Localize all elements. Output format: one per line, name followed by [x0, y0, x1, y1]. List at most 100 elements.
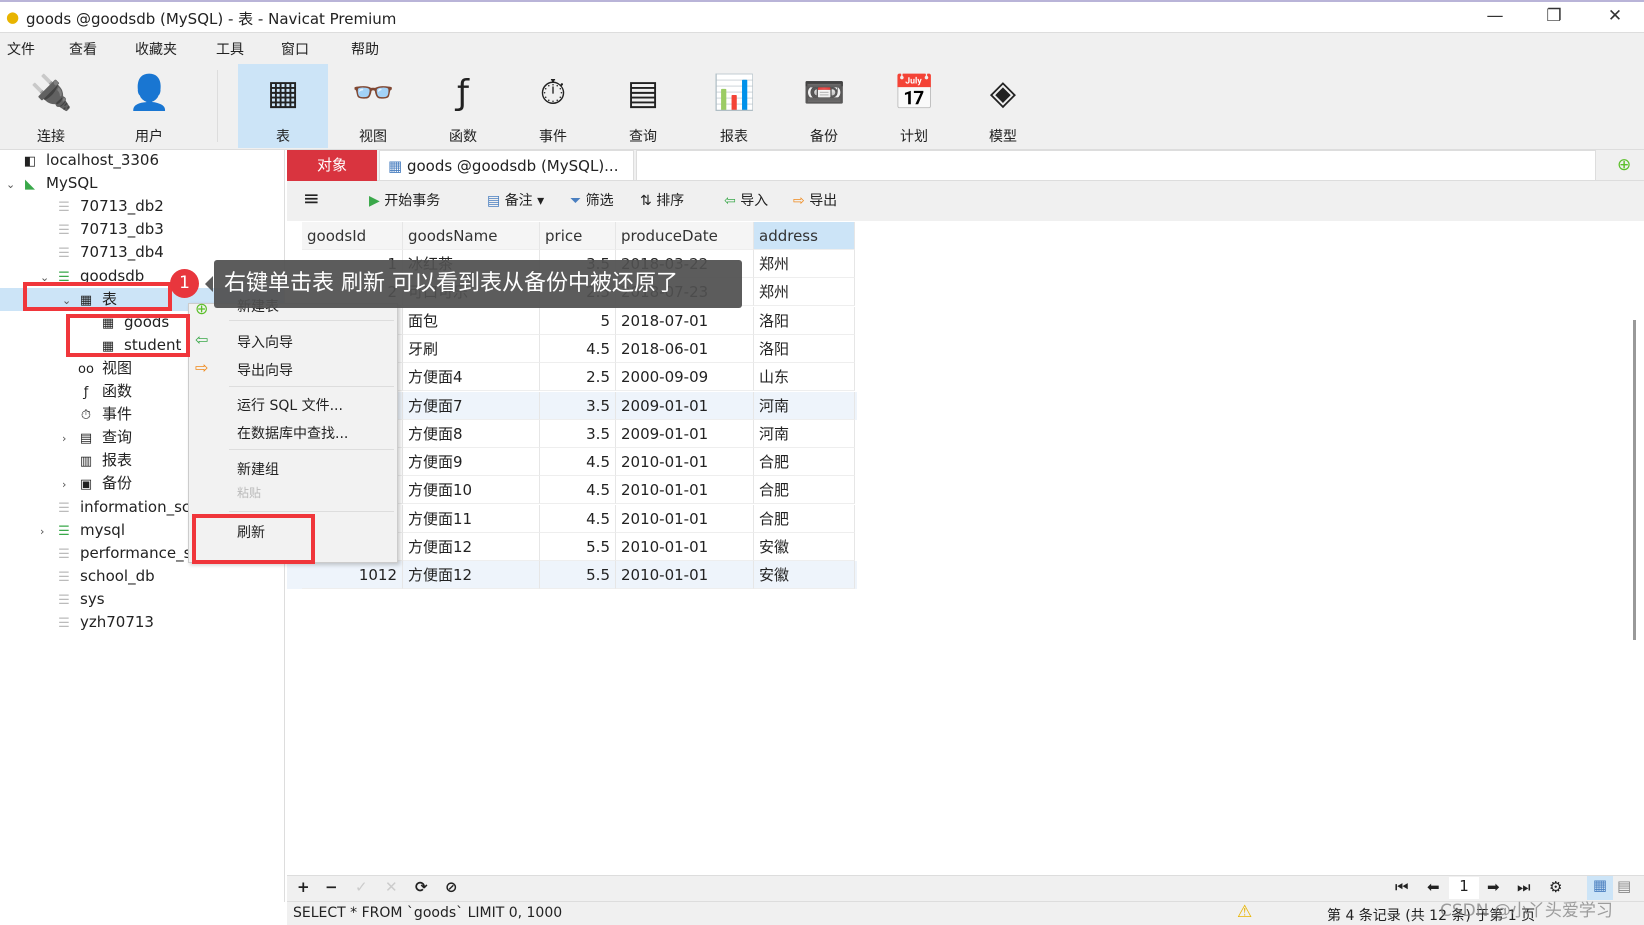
sort-button[interactable]: ⇅ 排序: [640, 190, 684, 210]
table-cell-goodsName[interactable]: 方便面9: [403, 448, 540, 477]
menu-icon[interactable]: ≡: [303, 186, 320, 210]
tree-node[interactable]: ◧ localhost_3306: [0, 149, 284, 172]
toolbar-button-5[interactable]: ⏱ 事件: [508, 64, 598, 148]
column-header-goodsId[interactable]: goodsId: [302, 222, 403, 250]
form-view-icon[interactable]: ▤: [1617, 877, 1631, 895]
menu-file[interactable]: 文件: [7, 39, 35, 59]
first-page-icon[interactable]: ⏮: [1395, 878, 1409, 896]
tree-node[interactable]: ☰ sys: [0, 588, 284, 611]
table-cell-address[interactable]: 合肥: [754, 448, 855, 477]
table-cell-price[interactable]: 4.5: [540, 476, 616, 505]
menu-item-find-in-database[interactable]: 在数据库中查找...: [237, 423, 348, 443]
close-button[interactable]: ✕: [1595, 6, 1635, 26]
vertical-scrollbar[interactable]: [1633, 320, 1636, 640]
note-button[interactable]: ▤ 备注 ▾: [487, 190, 544, 210]
menu-item-import-wizard[interactable]: 导入向导: [237, 332, 293, 352]
table-cell-goodsId[interactable]: 1012: [302, 561, 403, 590]
discard-button[interactable]: ✕: [385, 878, 398, 896]
table-cell-price[interactable]: 4.5: [540, 334, 616, 363]
menu-item-export-wizard[interactable]: 导出向导: [237, 360, 293, 380]
toolbar-button-3[interactable]: 👓 视图: [328, 64, 418, 148]
table-cell-price[interactable]: 4.5: [540, 504, 616, 533]
toolbar-button-1[interactable]: 👤 用户: [104, 64, 194, 148]
table-cell-goodsName[interactable]: 方便面8: [403, 419, 540, 448]
delete-record-button[interactable]: −: [325, 878, 338, 896]
table-cell-goodsName[interactable]: 方便面7: [403, 391, 540, 420]
apply-button[interactable]: ✓: [355, 878, 368, 896]
table-cell-address[interactable]: 安徽: [754, 561, 855, 590]
menu-window[interactable]: 窗口: [281, 39, 309, 59]
add-record-button[interactable]: +: [297, 878, 310, 896]
table-cell-goodsName[interactable]: 方便面12: [403, 561, 540, 590]
table-cell-address[interactable]: 洛阳: [754, 334, 855, 363]
table-cell-produceDate[interactable]: 2010-01-01: [616, 448, 754, 477]
table-cell-produceDate[interactable]: 2009-01-01: [616, 419, 754, 448]
toolbar-button-10[interactable]: ◈ 模型: [958, 64, 1048, 148]
table-cell-address[interactable]: 安徽: [754, 533, 855, 561]
table-cell-price[interactable]: 5: [540, 306, 616, 335]
chevron-icon[interactable]: ⌄: [6, 173, 20, 196]
toolbar-button-7[interactable]: 📊 报表: [689, 64, 779, 148]
data-grid[interactable]: goodsIdgoodsNamepriceproduceDateaddress 1…: [287, 221, 1635, 875]
table-cell-produceDate[interactable]: 2018-06-01: [616, 334, 754, 363]
table-cell-produceDate[interactable]: 2010-01-01: [616, 476, 754, 505]
column-header-price[interactable]: price: [540, 222, 616, 250]
table-cell-produceDate[interactable]: 2000-09-09: [616, 363, 754, 392]
table-cell-address[interactable]: 山东: [754, 363, 855, 392]
table-cell-goodsName[interactable]: 方便面4: [403, 363, 540, 392]
toolbar-button-6[interactable]: ▤ 查询: [598, 64, 688, 148]
menu-item-run-sql[interactable]: 运行 SQL 文件...: [237, 395, 343, 415]
table-cell-address[interactable]: 河南: [754, 419, 855, 448]
tree-node[interactable]: ☰ 70713_db3: [0, 218, 284, 241]
filter-button[interactable]: ⏷ 筛选: [570, 190, 614, 210]
table-cell-produceDate[interactable]: 2010-01-01: [616, 504, 754, 533]
chevron-icon[interactable]: ›: [40, 520, 54, 543]
table-cell-price[interactable]: 3.5: [540, 391, 616, 420]
tab-objects[interactable]: 对象: [287, 150, 377, 181]
prev-page-icon[interactable]: ⬅: [1427, 878, 1440, 896]
table-cell-price[interactable]: 5.5: [540, 561, 616, 590]
column-header-address[interactable]: address: [754, 222, 855, 250]
column-header-goodsName[interactable]: goodsName: [403, 222, 540, 250]
table-cell-produceDate[interactable]: 2010-01-01: [616, 561, 754, 590]
column-header-produceDate[interactable]: produceDate: [616, 222, 754, 250]
tree-node[interactable]: ⌄ ◣ MySQL: [0, 172, 284, 195]
minimize-button[interactable]: —: [1475, 6, 1515, 26]
tree-node[interactable]: ☰ 70713_db2: [0, 195, 284, 218]
settings-icon[interactable]: ⚙: [1549, 878, 1562, 896]
table-cell-address[interactable]: 郑州: [754, 278, 855, 307]
toolbar-button-4[interactable]: ƒ 函数: [418, 64, 508, 148]
restore-button[interactable]: ❐: [1534, 6, 1574, 26]
toolbar-button-0[interactable]: 🔌 连接: [6, 64, 96, 148]
toolbar-button-9[interactable]: 📅 计划: [869, 64, 959, 148]
table-cell-price[interactable]: 2.5: [540, 363, 616, 392]
table-cell-address[interactable]: 洛阳: [754, 306, 855, 335]
toolbar-button-8[interactable]: 📼 备份: [779, 64, 869, 148]
menu-help[interactable]: 帮助: [351, 39, 379, 59]
menu-view[interactable]: 查看: [69, 39, 97, 59]
table-cell-address[interactable]: 合肥: [754, 476, 855, 505]
table-cell-goodsName[interactable]: 面包: [403, 306, 540, 335]
table-cell-produceDate[interactable]: 2009-01-01: [616, 391, 754, 420]
table-cell-price[interactable]: 3.5: [540, 419, 616, 448]
tree-node[interactable]: ☰ yzh70713: [0, 611, 284, 634]
table-cell-address[interactable]: 合肥: [754, 504, 855, 533]
menu-item-new-group[interactable]: 新建组: [237, 459, 279, 479]
table-cell-goodsName[interactable]: 牙刷: [403, 334, 540, 363]
table-cell-goodsName[interactable]: 方便面12: [403, 533, 540, 561]
refresh-icon[interactable]: ⟳: [415, 878, 428, 896]
table-cell-address[interactable]: 郑州: [754, 250, 855, 278]
tab-goods-table[interactable]: ▦ goods @goodsdb (MySQL)...: [379, 150, 634, 181]
chevron-icon[interactable]: ›: [62, 473, 76, 496]
last-page-icon[interactable]: ⏭: [1517, 878, 1531, 896]
menu-favorites[interactable]: 收藏夹: [135, 39, 177, 59]
export-button[interactable]: ⇨ 导出: [793, 190, 837, 210]
table-row[interactable]: 1012方便面125.52010-01-01安徽: [287, 561, 857, 590]
import-button[interactable]: ⇦ 导入: [724, 190, 768, 210]
menu-tools[interactable]: 工具: [216, 39, 244, 59]
table-cell-goodsName[interactable]: 方便面10: [403, 476, 540, 505]
next-page-icon[interactable]: ➡: [1487, 878, 1500, 896]
new-tab-icon[interactable]: ⊕: [1617, 155, 1631, 175]
table-cell-produceDate[interactable]: 2018-07-01: [616, 306, 754, 335]
begin-transaction-button[interactable]: ▶ 开始事务: [369, 190, 440, 210]
